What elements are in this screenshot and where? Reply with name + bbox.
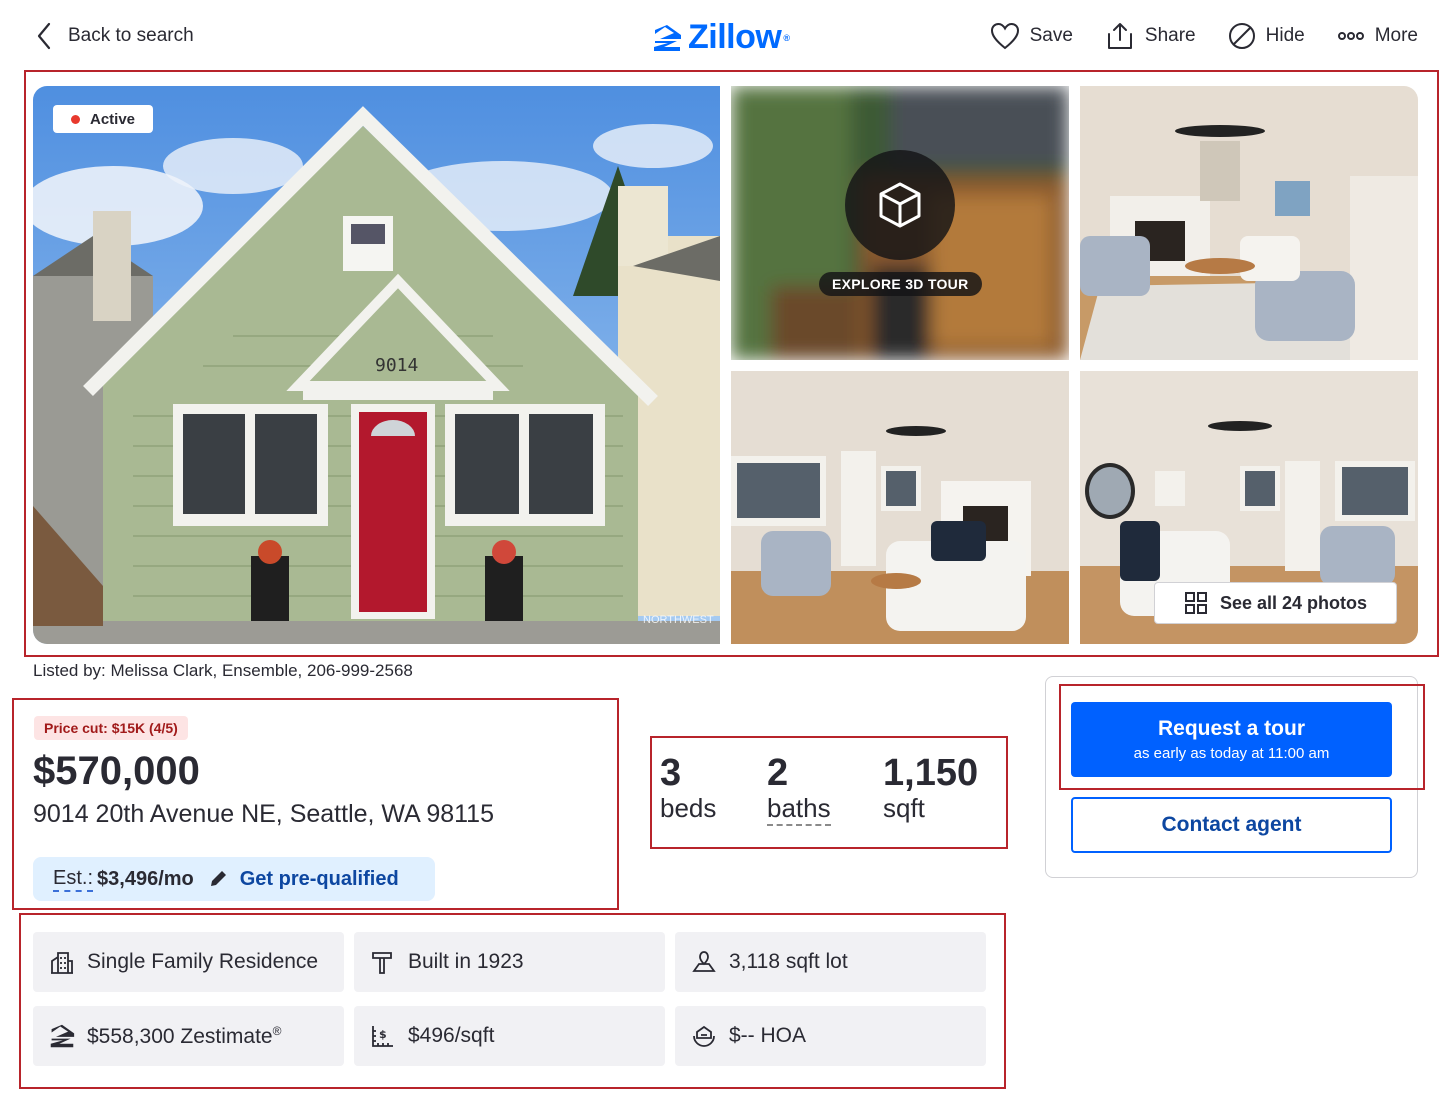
price-cut-badge: Price cut: $15K (4/5) bbox=[34, 716, 188, 740]
more-label: More bbox=[1374, 25, 1418, 46]
baths-fact[interactable]: 2 baths bbox=[767, 752, 831, 826]
zestimate-text-wrap: $558,300 Zestimate® bbox=[87, 1024, 281, 1049]
sqft-label: sqft bbox=[883, 793, 925, 823]
hide-button[interactable]: Hide bbox=[1228, 22, 1305, 50]
building-icon bbox=[51, 952, 73, 974]
3d-tour-label[interactable]: EXPLORE 3D TOUR bbox=[819, 272, 982, 296]
back-label: Back to search bbox=[68, 25, 194, 46]
cube-icon bbox=[879, 182, 921, 228]
chevron-left-icon bbox=[37, 22, 51, 50]
top-bar: Back to search Zillow ® Save Share Hide … bbox=[0, 0, 1456, 72]
baths-count: 2 bbox=[767, 752, 789, 794]
3d-tour-button[interactable] bbox=[845, 150, 955, 260]
hoa-fact: $-- HOA bbox=[675, 1006, 986, 1066]
logo-text: Zillow bbox=[688, 18, 782, 56]
status-label: Active bbox=[90, 110, 136, 128]
lot-size-text: 3,118 sqft lot bbox=[729, 950, 848, 973]
year-built-fact: Built in 1923 bbox=[354, 932, 665, 992]
sqft-count: 1,150 bbox=[883, 752, 979, 794]
share-button[interactable]: Share bbox=[1105, 22, 1196, 50]
zestimate-text: $558,300 Zestimate bbox=[87, 1024, 273, 1048]
year-built-text: Built in 1923 bbox=[408, 950, 524, 973]
zestimate-icon bbox=[50, 1024, 75, 1048]
lot-icon bbox=[692, 951, 716, 972]
price-per-sqft-icon: $ bbox=[372, 1026, 393, 1047]
hide-label: Hide bbox=[1265, 25, 1305, 46]
see-all-label: See all 24 photos bbox=[1219, 592, 1368, 613]
header-actions: Save Share Hide More bbox=[990, 22, 1418, 50]
lot-size-fact: 3,118 sqft lot bbox=[675, 932, 986, 992]
home-type-fact: Single Family Residence bbox=[33, 932, 344, 992]
zillow-logo-icon bbox=[654, 24, 681, 51]
zestimate-fact[interactable]: $558,300 Zestimate® bbox=[33, 1006, 344, 1066]
more-button[interactable]: More bbox=[1337, 22, 1418, 50]
zestimate-registered-mark: ® bbox=[272, 1023, 282, 1038]
hoa-icon bbox=[693, 1025, 715, 1047]
price-per-sqft-text: $496/sqft bbox=[408, 1024, 495, 1047]
hide-icon bbox=[1228, 23, 1255, 49]
living-room-photo-2[interactable] bbox=[731, 371, 1069, 644]
house-number-text: 9014 bbox=[375, 355, 418, 376]
see-all-photos-button[interactable]: See all 24 photos bbox=[1154, 582, 1397, 624]
price-per-sqft-fact: $ $496/sqft bbox=[354, 1006, 665, 1066]
grid-icon bbox=[1184, 592, 1207, 614]
listing-watermark: NORTHWEST bbox=[643, 614, 714, 626]
hammer-icon bbox=[372, 952, 392, 974]
baths-label[interactable]: baths bbox=[767, 793, 831, 826]
listing-price: $570,000 bbox=[33, 749, 200, 793]
listing-agent-text: Listed by: Melissa Clark, Ensemble, 206-… bbox=[33, 661, 413, 680]
save-label: Save bbox=[1029, 25, 1073, 46]
registered-mark: ® bbox=[783, 32, 790, 43]
request-tour-subtitle: as early as today at 11:00 am bbox=[1133, 745, 1330, 762]
status-dot-icon bbox=[71, 114, 80, 124]
get-pre-qualified-link[interactable]: Get pre-qualified bbox=[240, 868, 399, 891]
beds-count: 3 bbox=[660, 752, 682, 794]
listing-address: 9014 20th Avenue NE, Seattle, WA 98115 bbox=[33, 800, 494, 828]
pencil-icon[interactable] bbox=[208, 869, 228, 889]
main-house-photo[interactable]: 9014 NORTHWEST bbox=[33, 86, 720, 644]
estimate-box: Est.: $3,496/mo Get pre-qualified bbox=[33, 857, 435, 901]
save-button[interactable]: Save bbox=[990, 22, 1073, 50]
back-to-search-link[interactable]: Back to search bbox=[36, 22, 194, 50]
request-tour-button[interactable]: Request a tour as early as today at 11:0… bbox=[1071, 702, 1392, 777]
sqft-fact: 1,150 sqft bbox=[883, 752, 978, 824]
beds-fact: 3 beds bbox=[660, 752, 716, 824]
living-room-photo-1[interactable] bbox=[1080, 86, 1418, 360]
heart-icon bbox=[990, 22, 1019, 50]
hoa-text: $-- HOA bbox=[729, 1024, 807, 1047]
beds-label: beds bbox=[660, 793, 717, 823]
share-icon bbox=[1107, 23, 1132, 49]
estimate-value: $3,496/mo bbox=[97, 867, 194, 890]
more-icon bbox=[1337, 32, 1364, 40]
home-type-text: Single Family Residence bbox=[87, 950, 319, 973]
svg-text:$: $ bbox=[379, 1028, 387, 1041]
request-tour-title: Request a tour bbox=[1157, 717, 1306, 740]
zillow-logo[interactable]: Zillow ® bbox=[652, 18, 790, 57]
share-label: Share bbox=[1144, 25, 1196, 46]
status-badge: Active bbox=[53, 105, 154, 133]
contact-agent-button[interactable]: Contact agent bbox=[1071, 797, 1392, 853]
estimate-label[interactable]: Est.: bbox=[53, 867, 94, 892]
